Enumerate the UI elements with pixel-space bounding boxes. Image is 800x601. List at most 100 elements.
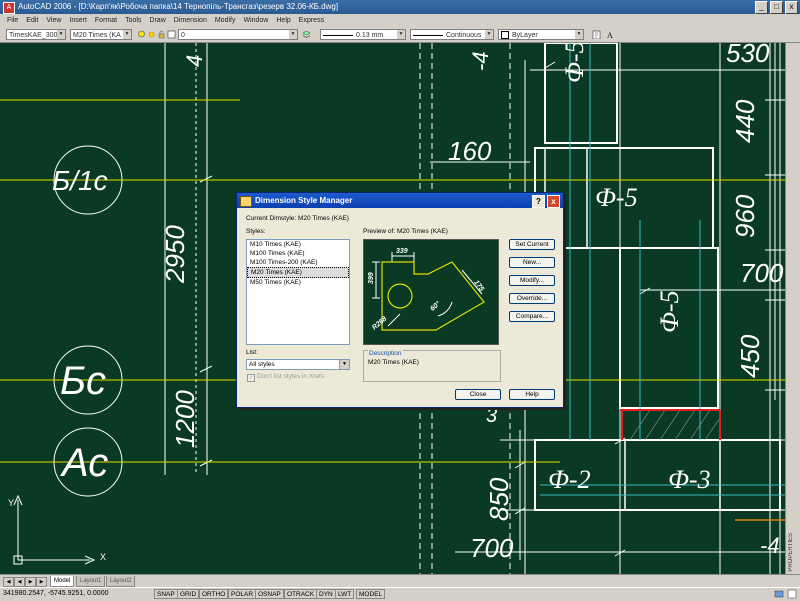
menu-modify[interactable]: Modify xyxy=(211,17,240,24)
maximize-button[interactable]: □ xyxy=(770,1,783,14)
close-icon[interactable]: x xyxy=(547,195,560,208)
menu-window[interactable]: Window xyxy=(239,17,272,24)
sun-freeze-icon[interactable] xyxy=(147,30,156,39)
menu-bar: File Edit View Insert Format Tools Draw … xyxy=(0,14,800,27)
phi3: Ф-3 xyxy=(668,465,711,494)
text-style-value: TimesKAE_300 xyxy=(9,32,58,39)
menu-draw[interactable]: Draw xyxy=(145,17,169,24)
chevron-down-icon: ▼ xyxy=(289,30,297,39)
compare-button[interactable]: Compare... xyxy=(509,311,555,322)
layer-bulb-icon[interactable] xyxy=(137,30,146,39)
next-tab-icon[interactable]: ▶ xyxy=(25,577,36,587)
window-title: AutoCAD 2006 - [D:\Карп'як\Робоча папка\… xyxy=(18,2,339,11)
menu-dimension[interactable]: Dimension xyxy=(170,17,211,24)
chevron-down-icon: ▼ xyxy=(339,360,349,369)
tab-layout2[interactable]: Layout2 xyxy=(106,576,136,587)
linetype-combo[interactable]: Continuous ▼ xyxy=(410,29,494,40)
plot-style-icon[interactable] xyxy=(592,30,601,39)
axis-label-ac: Ас xyxy=(62,441,109,485)
dim-style-value: M20 Times (KA xyxy=(73,32,121,39)
dim-2950: 2950 xyxy=(160,225,190,283)
phi5-top: Ф-5 xyxy=(560,43,589,83)
layers-stack-icon[interactable] xyxy=(302,30,311,39)
ortho-toggle[interactable]: ORTHO xyxy=(199,589,229,599)
style-item[interactable]: M50 Times (KAE) xyxy=(247,278,349,287)
lock-icon[interactable] xyxy=(157,30,166,39)
preview-label: Preview of: M20 Times (KAE) xyxy=(363,228,448,235)
dim-3: 3 xyxy=(486,405,498,427)
preview-angle-60: 60° xyxy=(429,300,442,313)
menu-edit[interactable]: Edit xyxy=(22,17,42,24)
styles-list[interactable]: M10 Times (KAE) M100 Times (KAE) M100 Ti… xyxy=(246,239,350,345)
phi5-right: Ф-5 xyxy=(655,290,684,333)
menu-file[interactable]: File xyxy=(3,17,22,24)
style-item[interactable]: M100 Times-200 (KAE) xyxy=(247,258,349,267)
modify-button[interactable]: Modify... xyxy=(509,275,555,286)
color-combo[interactable]: ByLayer ▼ xyxy=(498,29,584,40)
dim-style-combo[interactable]: M20 Times (KA ▼ xyxy=(70,29,132,40)
close-button[interactable]: Close xyxy=(455,389,501,400)
lwt-toggle[interactable]: LWT xyxy=(335,589,355,599)
dont-list-xrefs-checkbox[interactable]: ✓ xyxy=(247,374,255,382)
tab-layout1[interactable]: Layout1 xyxy=(76,576,106,587)
dont-list-xrefs-label: Don't list styles in Xrefs xyxy=(257,373,324,380)
menu-help[interactable]: Help xyxy=(272,17,294,24)
color-swatch xyxy=(501,31,509,39)
dimension-style-manager-dialog: Dimension Style Manager ? x Current Dims… xyxy=(236,192,564,408)
override-button[interactable]: Override... xyxy=(509,293,555,304)
chevron-down-icon: ▼ xyxy=(123,30,131,39)
style-item[interactable]: M10 Times (KAE) xyxy=(247,240,349,249)
new-style-button[interactable]: New... xyxy=(509,257,555,268)
first-tab-icon[interactable]: ◀ xyxy=(3,577,14,587)
dim-700-right: 700 xyxy=(740,258,784,288)
menu-express[interactable]: Express xyxy=(295,17,328,24)
menu-insert[interactable]: Insert xyxy=(65,17,91,24)
layer-value: 0 xyxy=(181,32,185,39)
properties-palette-strip[interactable]: PROPERTIES xyxy=(785,43,800,574)
properties-toolbar: TimesKAE_300 ▼ M20 Times (KA ▼ 0 ▼ 0.13 mm ▼… xyxy=(0,27,800,43)
communication-center-icon[interactable] xyxy=(774,589,784,599)
chevron-down-icon: ▼ xyxy=(57,30,65,39)
polar-toggle[interactable]: POLAR xyxy=(228,589,257,599)
color-value: ByLayer xyxy=(512,32,538,39)
phi5-mid: Ф-5 xyxy=(595,183,638,212)
layer-combo[interactable]: 0 ▼ xyxy=(178,29,298,40)
model-toggle[interactable]: MODEL xyxy=(356,589,386,599)
close-window-button[interactable]: x xyxy=(785,1,798,14)
help-icon[interactable]: ? xyxy=(532,195,545,208)
axis-label-b1c: Б/1с xyxy=(52,165,108,196)
list-label: List: xyxy=(246,349,258,356)
autocad-app-icon[interactable]: A xyxy=(3,2,15,14)
lineweight-combo[interactable]: 0.13 mm ▼ xyxy=(320,29,406,40)
dialog-titlebar[interactable]: Dimension Style Manager ? x xyxy=(237,193,563,208)
preview-dim-r268: R268 xyxy=(371,315,388,331)
style-item[interactable]: M100 Times (KAE) xyxy=(247,249,349,258)
prev-tab-icon[interactable]: ◀ xyxy=(14,577,25,587)
properties-label[interactable]: PROPERTIES xyxy=(788,533,794,572)
clean-screen-icon[interactable] xyxy=(787,589,797,599)
text-style-combo[interactable]: TimesKAE_300 ▼ xyxy=(6,29,66,40)
dim-4-top: 4 xyxy=(182,54,207,67)
tab-model[interactable]: Model xyxy=(50,576,75,587)
axis-label-bc: Бс xyxy=(60,359,107,403)
snap-toggle[interactable]: SNAP xyxy=(154,589,178,599)
help-button[interactable]: Help xyxy=(509,389,555,400)
menu-tools[interactable]: Tools xyxy=(121,17,145,24)
minimize-button[interactable]: _ xyxy=(755,1,768,14)
svg-text:A: A xyxy=(607,31,613,39)
menu-format[interactable]: Format xyxy=(91,17,121,24)
linetype-sample xyxy=(413,34,443,36)
set-current-button[interactable]: Set Current xyxy=(509,239,555,250)
text-style-icon[interactable]: A xyxy=(606,30,615,39)
color-square-icon[interactable] xyxy=(167,30,176,39)
list-filter-value: All styles xyxy=(249,361,275,368)
grid-toggle[interactable]: GRID xyxy=(177,589,200,599)
otrack-toggle[interactable]: OTRACK xyxy=(284,589,318,599)
dim-850: 850 xyxy=(484,477,514,521)
dyn-toggle[interactable]: DYN xyxy=(316,589,336,599)
osnap-toggle[interactable]: OSNAP xyxy=(255,589,284,599)
list-filter-select[interactable]: All styles ▼ xyxy=(246,359,350,370)
style-item-selected[interactable]: M20 Times (KAE) xyxy=(247,267,349,278)
menu-view[interactable]: View xyxy=(42,17,65,24)
last-tab-icon[interactable]: ▶ xyxy=(36,577,47,587)
